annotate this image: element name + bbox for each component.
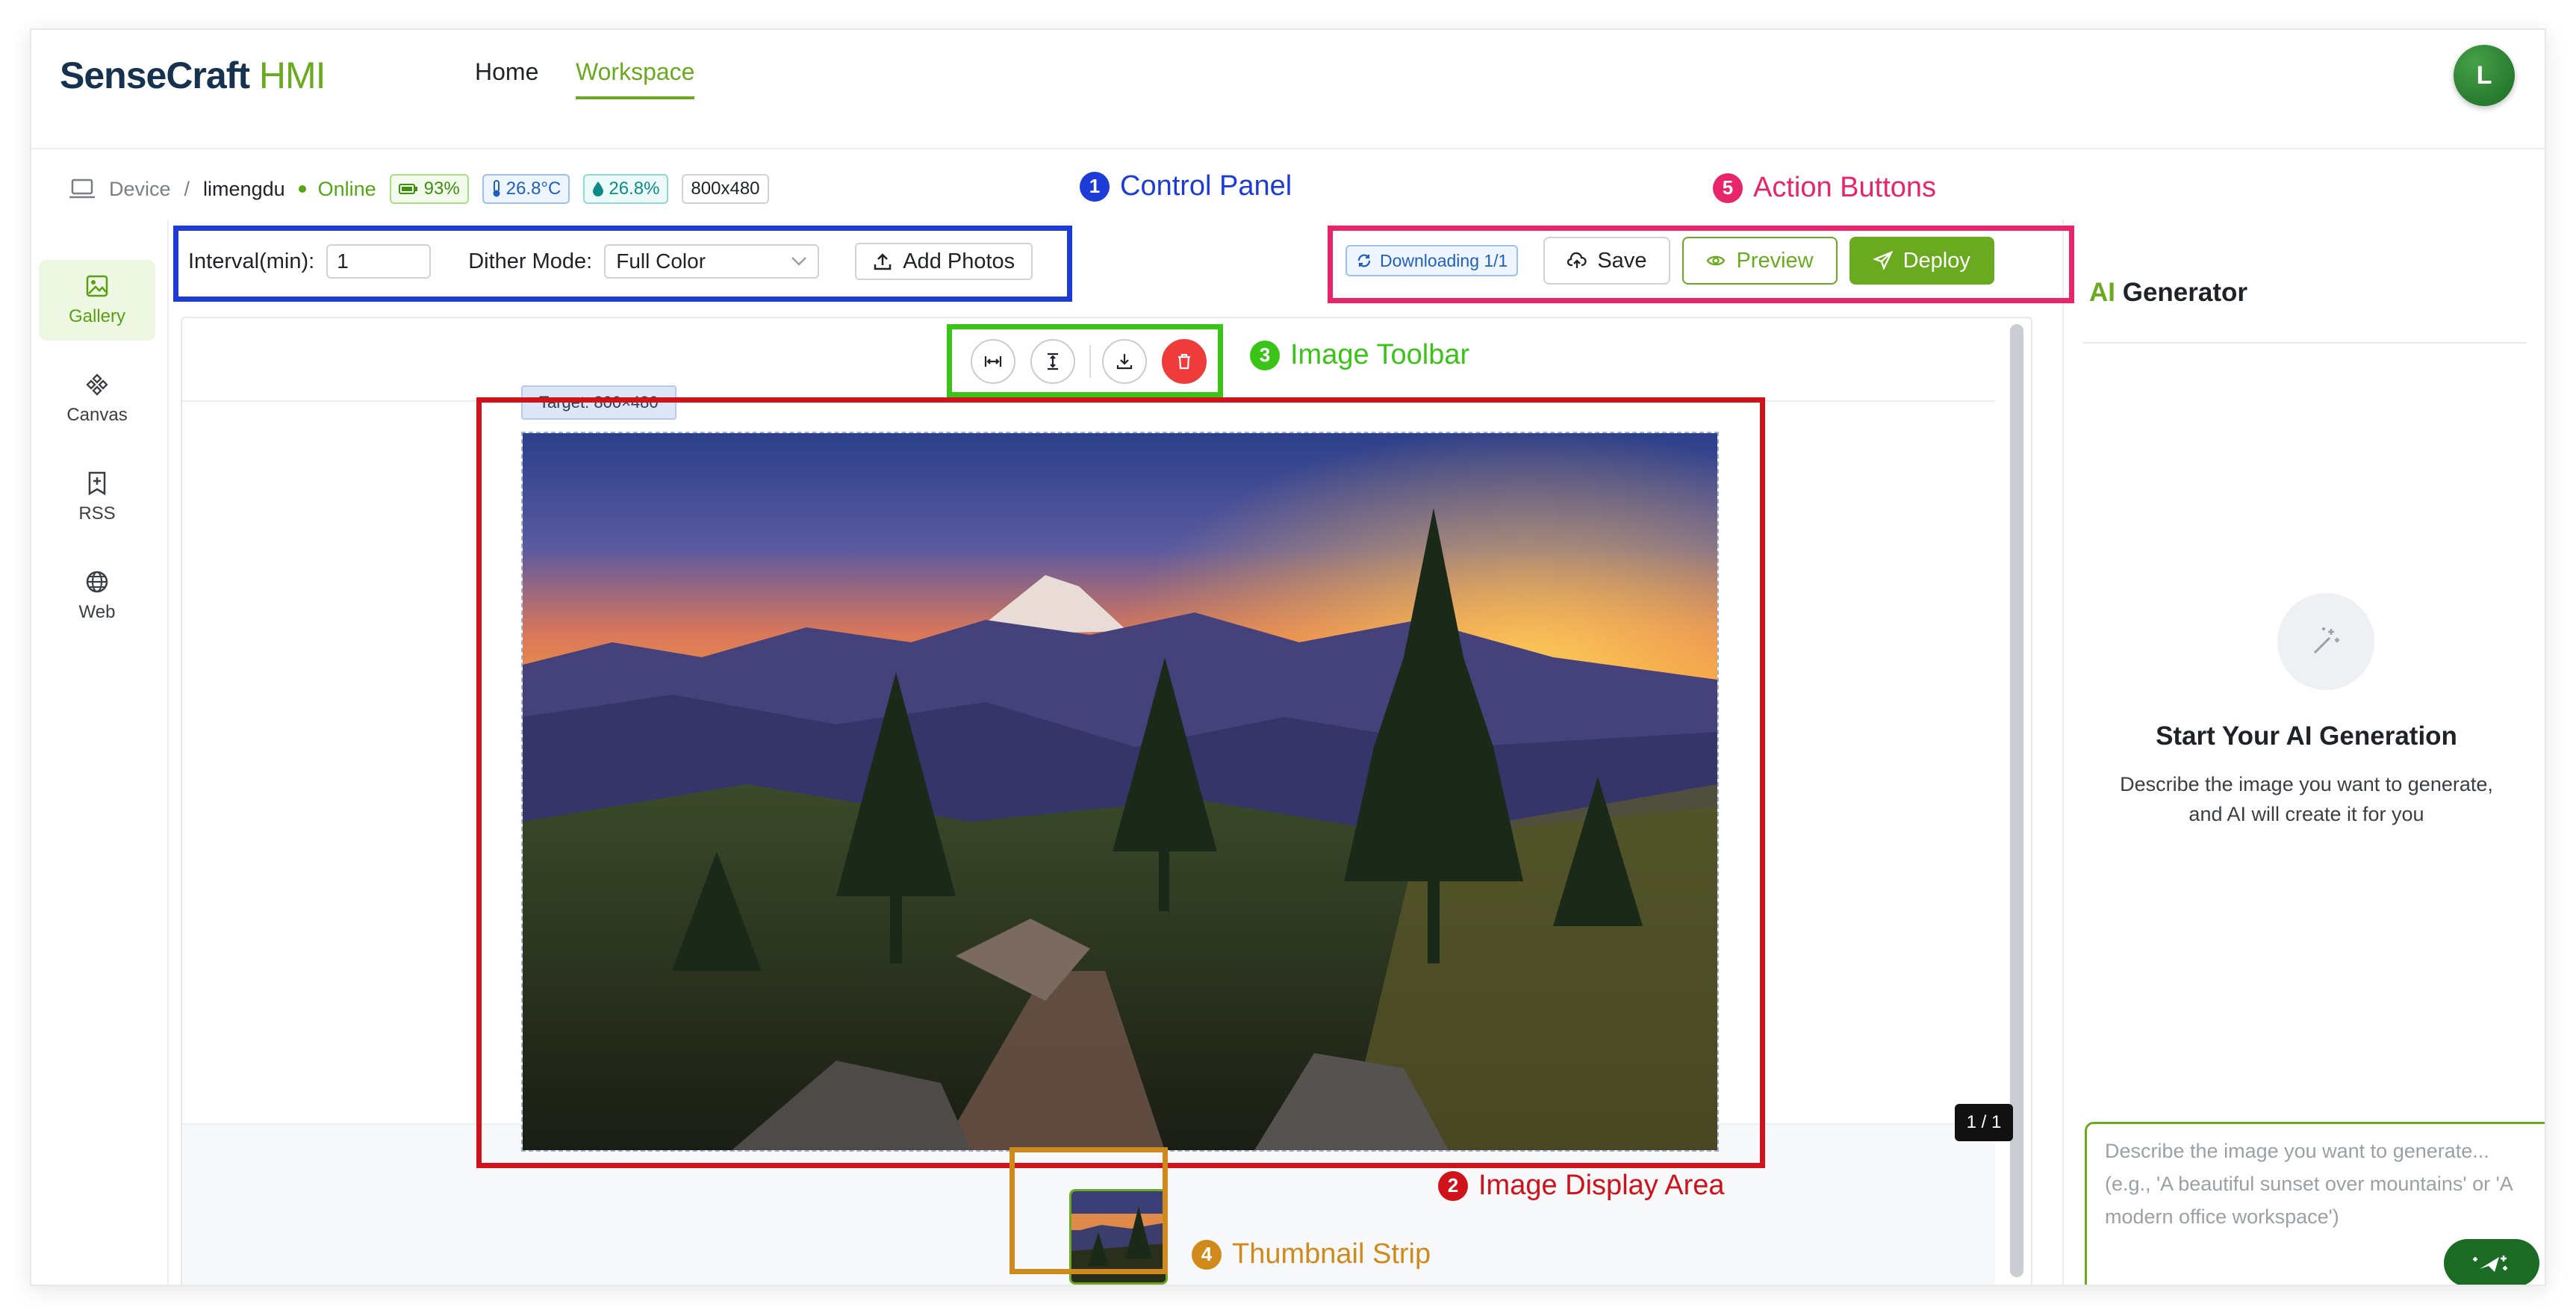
annotation-label: Image Toolbar xyxy=(1290,339,1470,370)
battery-badge: 93% xyxy=(389,174,469,204)
annotation-label: Action Buttons xyxy=(1753,172,1937,203)
ai-prompt-input[interactable]: Describe the image you want to generate.… xyxy=(2085,1122,2545,1285)
annotation-box-image-display xyxy=(476,397,1765,1168)
ai-placeholder-icon xyxy=(2277,593,2374,690)
sidebar-item-web[interactable]: Web xyxy=(39,556,155,636)
ai-divider xyxy=(2083,342,2527,344)
breadcrumb-separator: / xyxy=(184,177,190,200)
annotation-box-control-panel xyxy=(173,226,1072,302)
status-badge: Online xyxy=(298,177,376,201)
globe-icon xyxy=(86,571,108,593)
droplet-icon xyxy=(593,181,604,196)
ai-title-rest: Generator xyxy=(2122,278,2248,307)
nav-home[interactable]: Home xyxy=(475,58,538,96)
avatar[interactable]: L xyxy=(2454,45,2515,106)
temperature-badge: 26.8°C xyxy=(482,174,570,204)
ai-heading: Start Your AI Generation xyxy=(2156,721,2457,751)
sparkle-send-icon xyxy=(2473,1256,2507,1272)
sidebar-item-canvas[interactable]: Canvas xyxy=(39,359,155,439)
canvas-icon xyxy=(86,373,108,396)
ai-panel-title: AI Generator xyxy=(2089,278,2247,308)
humidity-badge: 26.8% xyxy=(583,174,669,204)
sidebar-item-label: Web xyxy=(78,602,116,622)
ai-subtitle: Describe the image you want to generate,… xyxy=(2120,773,2493,825)
logo-main: SenseCraft xyxy=(60,55,250,96)
annotation-image-toolbar: 3 Image Toolbar xyxy=(1250,339,1469,371)
logo-accent: HMI xyxy=(258,55,326,96)
sidebar-item-rss[interactable]: RSS xyxy=(39,457,155,538)
annotation-box-action-buttons xyxy=(1328,226,2074,303)
ai-prompt-placeholder: Describe the image you want to generate.… xyxy=(2105,1140,2513,1228)
annotation-number: 1 xyxy=(1080,171,1110,202)
sidebar-item-label: Gallery xyxy=(68,306,126,326)
annotation-box-image-toolbar xyxy=(947,324,1223,397)
annotation-label: Image Display Area xyxy=(1478,1170,1725,1201)
annotation-number: 5 xyxy=(1713,173,1743,203)
image-icon xyxy=(86,275,108,297)
annotation-number: 2 xyxy=(1438,1170,1468,1201)
sidebar-item-label: Canvas xyxy=(66,405,128,425)
annotation-thumbnail-strip: 4 Thumbnail Strip xyxy=(1192,1238,1431,1270)
app-window: SenseCraft HMI Home Workspace L Device /… xyxy=(30,28,2546,1286)
nav-workspace[interactable]: Workspace xyxy=(576,58,695,99)
ai-title-accent: AI xyxy=(2089,278,2115,307)
ai-generator-panel: AI Generator Start Your AI Generation De… xyxy=(2062,220,2545,1285)
left-sidebar: Gallery Canvas RSS Web xyxy=(31,220,169,1285)
online-dot xyxy=(298,185,306,193)
device-name[interactable]: limengdu xyxy=(203,178,285,201)
top-nav: SenseCraft HMI Home Workspace L xyxy=(31,30,2545,149)
annotation-number: 4 xyxy=(1192,1239,1222,1270)
logo: SenseCraft HMI xyxy=(60,54,326,97)
device-label: Device xyxy=(109,177,171,200)
sidebar-item-gallery[interactable]: Gallery xyxy=(39,260,155,341)
battery-icon xyxy=(398,184,417,194)
annotation-action-buttons: 5 Action Buttons xyxy=(1713,172,1936,204)
annotation-label: Control Panel xyxy=(1120,170,1292,202)
page-indicator: 1 / 1 xyxy=(1955,1104,2013,1141)
rss-icon xyxy=(88,471,106,496)
generate-button[interactable] xyxy=(2444,1239,2539,1285)
thermometer-icon xyxy=(493,180,500,197)
annotation-label: Thumbnail Strip xyxy=(1232,1238,1431,1270)
annotation-image-display: 2 Image Display Area xyxy=(1438,1170,1725,1202)
magic-wand-icon xyxy=(2313,627,2339,654)
device-status-row: Device / limengdu Online 93% 26.8°C 26.8… xyxy=(69,170,783,208)
status-text: Online xyxy=(317,177,376,200)
annotation-box-thumbnail-strip xyxy=(1009,1147,1168,1274)
annotation-number: 3 xyxy=(1250,340,1280,370)
laptop-icon xyxy=(69,179,95,199)
resolution-badge: 800x480 xyxy=(682,174,769,204)
temperature-value: 26.8°C xyxy=(505,179,561,199)
battery-value: 93% xyxy=(423,179,460,199)
humidity-value: 26.8% xyxy=(609,179,660,199)
annotation-control-panel: 1 Control Panel xyxy=(1080,170,1292,202)
sidebar-item-label: RSS xyxy=(78,503,116,524)
